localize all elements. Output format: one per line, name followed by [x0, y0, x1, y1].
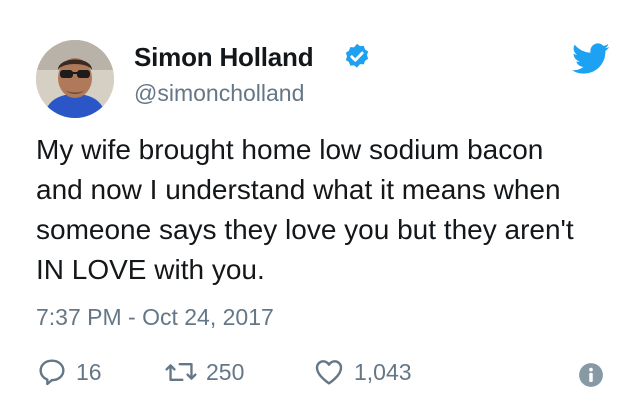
reply-icon	[39, 359, 65, 386]
display-name[interactable]: Simon Holland	[134, 42, 314, 73]
verified-badge-icon	[345, 43, 369, 68]
retweet-icon	[165, 362, 197, 382]
retweet-count: 250	[206, 358, 245, 385]
tweet-text-line: IN LOVE with you.	[36, 254, 265, 285]
tweet-text-line: My wife brought home low sodium bacon	[36, 134, 544, 165]
like-count: 1,043	[354, 358, 412, 385]
reply-count: 16	[76, 358, 102, 385]
user-handle[interactable]: @simoncholland	[134, 80, 304, 107]
tweet-timestamp[interactable]: 7:37 PM - Oct 24, 2017	[36, 304, 274, 331]
avatar[interactable]	[36, 40, 114, 118]
like-button[interactable]: 1,043	[312, 354, 412, 390]
tweet-actions: 16 250 1,043	[36, 354, 626, 390]
retweet-button[interactable]: 250	[164, 354, 244, 390]
reply-button[interactable]: 16	[36, 354, 102, 390]
tweet-text: My wife brought home low sodium bacon an…	[36, 130, 626, 290]
info-icon[interactable]	[578, 362, 604, 388]
twitter-bird-icon[interactable]	[572, 42, 610, 76]
avatar-image	[36, 40, 114, 118]
tweet-text-line: someone says they love you but they aren…	[36, 214, 574, 245]
tweet-text-line: and now I understand what it means when	[36, 174, 561, 205]
heart-icon	[315, 360, 343, 385]
tweet-card: Simon Holland @simoncholland My wife bro…	[0, 0, 640, 419]
